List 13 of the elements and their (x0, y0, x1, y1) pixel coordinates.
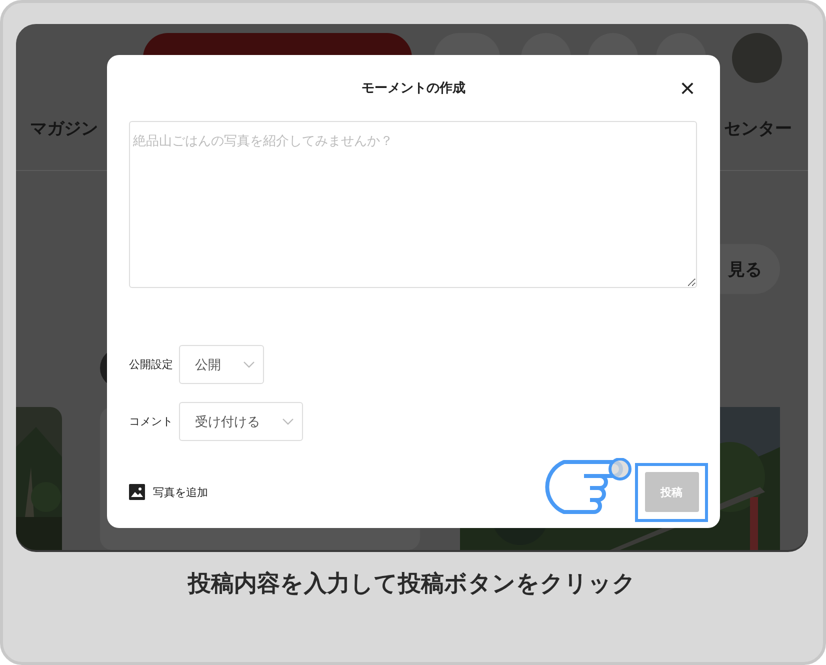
avatar[interactable] (732, 33, 782, 83)
close-button[interactable]: × (680, 75, 695, 101)
modal-title: モーメントの作成 (362, 80, 466, 97)
setting-label: 公開設定 (129, 357, 173, 372)
dropdown[interactable]: 受け付ける (179, 402, 303, 441)
text-field[interactable]: 絶品山ごはんの写真を紹介してみませんか？ (129, 121, 697, 288)
setting-label: コメント (129, 414, 173, 429)
add-photo-button[interactable]: 写真を追加 (129, 484, 208, 500)
image-icon (129, 484, 145, 500)
chevron-icon (282, 418, 294, 425)
caption: 投稿内容を入力して投稿ボタンをクリック (188, 570, 636, 599)
dropdown[interactable]: 公開 (179, 345, 264, 384)
chevron-icon (243, 361, 255, 368)
